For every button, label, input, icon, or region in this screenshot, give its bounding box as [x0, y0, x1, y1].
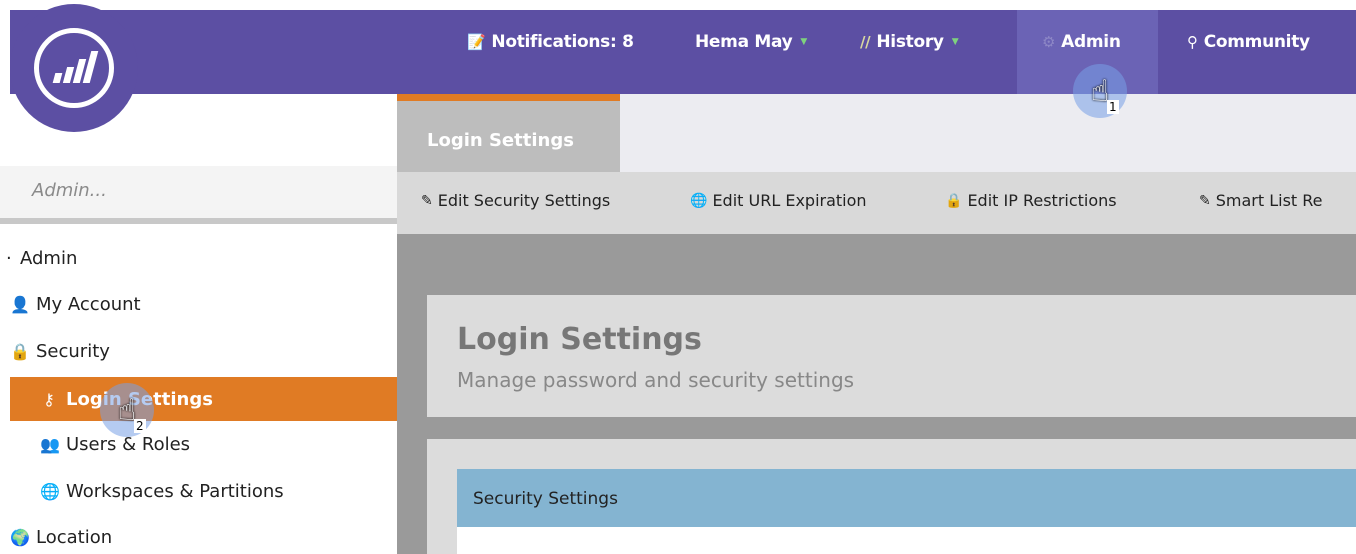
globe-icon: 🌐	[690, 192, 708, 209]
page-subtitle: Manage password and security settings	[457, 368, 855, 392]
sidebar-item-my-account[interactable]: 👤 My Account	[10, 284, 141, 324]
edit-icon: ✎	[421, 192, 433, 209]
logo-bar	[82, 51, 99, 83]
key-icon: ⚷	[43, 389, 55, 409]
logo-bar	[52, 73, 63, 83]
logo-ring	[34, 28, 114, 108]
tab-login-settings[interactable]: Login Settings	[397, 94, 620, 172]
edit-icon: ✎	[1199, 192, 1211, 209]
section-body	[457, 527, 1356, 554]
history-menu[interactable]: // History ▼	[860, 0, 959, 84]
community-icon: ⚲	[1187, 33, 1198, 51]
step-number: 1	[1107, 100, 1119, 114]
chevron-down-icon: ▼	[951, 37, 959, 47]
page-title: Login Settings	[457, 322, 702, 357]
edit-url-expiration-button[interactable]: 🌐 Edit URL Expiration	[690, 191, 867, 210]
logo[interactable]	[10, 4, 138, 132]
sidebar-search-input[interactable]: Admin...	[0, 166, 397, 224]
bullet-icon: ·	[6, 247, 12, 269]
edit-ip-restrictions-button[interactable]: 🔒 Edit IP Restrictions	[945, 191, 1117, 210]
settings-card: Security Settings	[427, 439, 1356, 554]
location-globe-icon: 🌍	[10, 527, 30, 547]
community-link[interactable]: ⚲ Community	[1187, 0, 1310, 84]
notification-icon: 📝	[467, 33, 486, 51]
person-icon: 👤	[10, 294, 30, 314]
toolbar: ✎ Edit Security Settings 🌐 Edit URL Expi…	[397, 172, 1356, 234]
step-number: 2	[134, 419, 146, 433]
sidebar-item-workspaces[interactable]: 🌐 Workspaces & Partitions	[40, 471, 284, 511]
sidebar: Admin... · Admin 👤 My Account 🔒 Security…	[0, 94, 397, 554]
chevron-down-icon: ▼	[800, 37, 808, 47]
tab-strip: Login Settings	[397, 94, 1356, 172]
user-menu[interactable]: Hema May ▼	[695, 0, 807, 84]
lock-icon: 🔒	[945, 192, 963, 209]
smart-list-button[interactable]: ✎ Smart List Re	[1199, 191, 1323, 210]
footprints-icon: //	[860, 33, 871, 51]
edit-security-settings-button[interactable]: ✎ Edit Security Settings	[421, 191, 610, 210]
sidebar-item-security[interactable]: 🔒 Security	[10, 331, 110, 371]
users-icon: 👥	[40, 434, 60, 454]
section-header-security-settings: Security Settings	[457, 469, 1356, 527]
lock-icon: 🔒	[10, 341, 30, 361]
page-header-card: Login Settings Manage password and secur…	[427, 295, 1356, 417]
gear-icon: ⚙	[1042, 33, 1056, 51]
notifications-link[interactable]: 📝 Notifications: 8	[467, 0, 634, 84]
globe-icon: 🌐	[40, 481, 60, 501]
sidebar-item-login-settings[interactable]: ⚷ Login Settings	[10, 377, 397, 421]
sidebar-item-location[interactable]: 🌍 Location	[10, 517, 112, 554]
main-content: Login Settings ✎ Edit Security Settings …	[397, 94, 1356, 554]
sidebar-item-admin[interactable]: · Admin	[6, 238, 77, 278]
